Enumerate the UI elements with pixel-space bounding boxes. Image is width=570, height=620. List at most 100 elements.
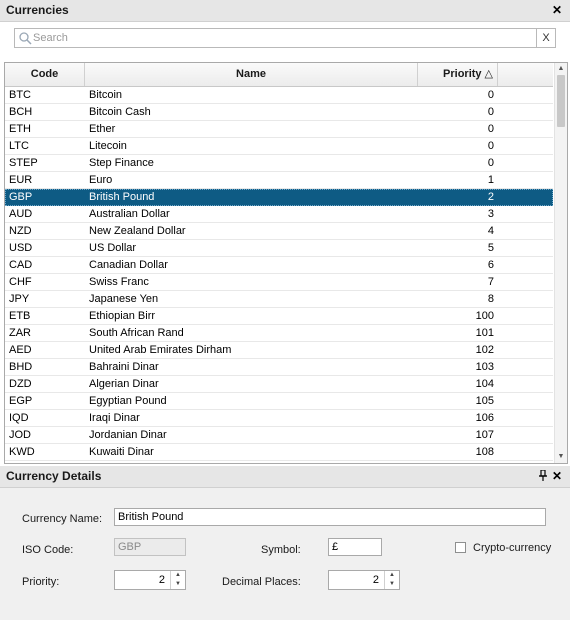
column-header-priority[interactable]: Priority △ <box>418 63 498 86</box>
table-row[interactable]: LTC Litecoin 0 <box>5 138 553 155</box>
cell-code: DZD <box>9 378 32 390</box>
cell-code: BHD <box>9 361 33 373</box>
cell-code: LTC <box>9 140 29 152</box>
table-row[interactable]: CAD Canadian Dollar 6 <box>5 257 553 274</box>
table-row[interactable]: NZD New Zealand Dollar 4 <box>5 223 553 240</box>
cell-code: CAD <box>9 259 33 271</box>
cell-priority: 2 <box>487 191 494 203</box>
crypto-currency-checkbox[interactable] <box>455 542 466 553</box>
sort-ascending-icon: △ <box>484 68 493 80</box>
cell-priority: 1 <box>487 174 494 186</box>
cell-priority: 107 <box>475 429 494 441</box>
table-row[interactable]: BHD Bahraini Dinar 103 <box>5 359 553 376</box>
decimal-places-decrement-icon[interactable]: ▼ <box>385 580 399 589</box>
table-row[interactable]: ZAR South African Rand 101 <box>5 325 553 342</box>
cell-name: Step Finance <box>89 157 154 169</box>
cell-priority: 7 <box>487 276 494 288</box>
table-row[interactable]: EGP Egyptian Pound 105 <box>5 393 553 410</box>
cell-name: New Zealand Dollar <box>89 225 186 237</box>
currencies-grid: Code Name Priority △ BTC Bitcoin 0 BCH Bitcoi… <box>4 62 568 464</box>
symbol-field[interactable] <box>328 538 382 556</box>
cell-code: ZAR <box>9 327 31 339</box>
priority-field[interactable] <box>115 571 165 589</box>
pin-icon[interactable] <box>538 470 548 482</box>
cell-name: Bitcoin <box>89 89 123 101</box>
decimal-places-field[interactable] <box>329 571 379 589</box>
cell-name: Iraqi Dinar <box>89 412 140 424</box>
cell-name: British Pound <box>89 191 155 203</box>
cell-name: Kuwaiti Dinar <box>89 446 154 458</box>
cell-name: Australian Dollar <box>89 208 170 220</box>
scroll-down-icon[interactable]: ▼ <box>555 451 567 463</box>
cell-code: KWD <box>9 446 35 458</box>
table-row[interactable]: ETH Ether 0 <box>5 121 553 138</box>
table-row[interactable]: JOD Jordanian Dinar 107 <box>5 427 553 444</box>
column-header-name[interactable]: Name <box>85 63 418 86</box>
cell-code: NZD <box>9 225 32 237</box>
table-row[interactable]: EUR Euro 1 <box>5 172 553 189</box>
cell-code: EUR <box>9 174 33 186</box>
table-row[interactable]: DZD Algerian Dinar 104 <box>5 376 553 393</box>
close-icon[interactable]: ✕ <box>550 468 564 484</box>
cell-priority: 4 <box>487 225 494 237</box>
table-row[interactable]: CHF Swiss Franc 7 <box>5 274 553 291</box>
cell-priority: 8 <box>487 293 494 305</box>
cell-priority: 105 <box>475 395 494 407</box>
cell-code: EGP <box>9 395 33 407</box>
table-row[interactable]: STEP Step Finance 0 <box>5 155 553 172</box>
cell-name: Bahraini Dinar <box>89 361 159 373</box>
column-header-priority-label: Priority <box>443 68 482 80</box>
grid-rows: BTC Bitcoin 0 BCH Bitcoin Cash 0 ETH Ether 0 LTC L… <box>5 87 553 461</box>
priority-stepper-buttons: ▲ ▼ <box>170 571 185 589</box>
column-header-code[interactable]: Code <box>5 63 85 86</box>
cell-priority: 0 <box>487 157 494 169</box>
priority-decrement-icon[interactable]: ▼ <box>171 580 185 589</box>
cell-code: IQD <box>9 412 29 424</box>
priority-increment-icon[interactable]: ▲ <box>171 571 185 580</box>
decimal-places-stepper[interactable]: ▲ ▼ <box>328 570 400 590</box>
cell-name: Canadian Dollar <box>89 259 168 271</box>
priority-label: Priority: <box>22 576 60 588</box>
cell-priority: 0 <box>487 140 494 152</box>
details-panel-title: Currency Details <box>6 469 102 483</box>
decimal-places-increment-icon[interactable]: ▲ <box>385 571 399 580</box>
currencies-panel-title: Currencies <box>6 3 69 17</box>
table-row[interactable]: USD US Dollar 5 <box>5 240 553 257</box>
cell-priority: 108 <box>475 446 494 458</box>
table-row[interactable]: ETB Ethiopian Birr 100 <box>5 308 553 325</box>
cell-name: Ether <box>89 123 116 135</box>
cell-code: ETB <box>9 310 31 322</box>
cell-name: Litecoin <box>89 140 127 152</box>
scroll-thumb[interactable] <box>557 75 565 127</box>
cell-priority: 106 <box>475 412 494 424</box>
vertical-scrollbar[interactable]: ▲ ▼ <box>554 63 567 463</box>
table-row[interactable]: BTC Bitcoin 0 <box>5 87 553 104</box>
table-row[interactable]: IQD Iraqi Dinar 106 <box>5 410 553 427</box>
cell-priority: 100 <box>475 310 494 322</box>
cell-name: Bitcoin Cash <box>89 106 151 118</box>
cell-code: USD <box>9 242 33 254</box>
cell-code: BCH <box>9 106 33 118</box>
cell-code: JOD <box>9 429 31 441</box>
scroll-up-icon[interactable]: ▲ <box>555 63 567 75</box>
cell-priority: 6 <box>487 259 494 271</box>
close-icon[interactable]: ✕ <box>550 2 564 18</box>
table-row[interactable]: AUD Australian Dollar 3 <box>5 206 553 223</box>
currency-name-field[interactable] <box>114 508 546 526</box>
details-panel-header: Currency Details ✕ <box>0 466 570 488</box>
priority-stepper[interactable]: ▲ ▼ <box>114 570 186 590</box>
column-header-filler <box>498 63 553 86</box>
cell-priority: 103 <box>475 361 494 373</box>
table-row[interactable]: AED United Arab Emirates Dirham 102 <box>5 342 553 359</box>
table-row[interactable]: KWD Kuwaiti Dinar 108 <box>5 444 553 461</box>
table-row[interactable]: BCH Bitcoin Cash 0 <box>5 104 553 121</box>
cell-code: BTC <box>9 89 31 101</box>
grid-header: Code Name Priority △ <box>5 63 553 87</box>
table-row[interactable]: GBP British Pound 2 <box>5 189 553 206</box>
decimal-places-stepper-buttons: ▲ ▼ <box>384 571 399 589</box>
cell-code: JPY <box>9 293 30 305</box>
search-input[interactable] <box>33 29 523 47</box>
cell-name: Japanese Yen <box>89 293 159 305</box>
table-row[interactable]: JPY Japanese Yen 8 <box>5 291 553 308</box>
search-clear-button[interactable]: X <box>536 29 555 47</box>
